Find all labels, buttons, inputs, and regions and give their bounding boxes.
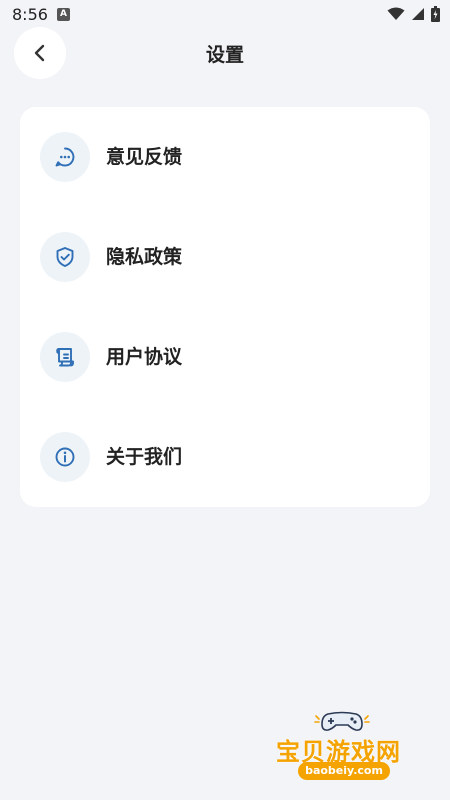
page-title: 设置 [205, 44, 244, 66]
notification-a-icon: A [57, 8, 70, 21]
info-icon [55, 447, 75, 467]
about-icon-wrap [40, 432, 90, 482]
settings-item-privacy[interactable]: 隐私政策 [20, 207, 430, 307]
settings-item-label: 意见反馈 [106, 146, 183, 168]
agreement-icon-wrap [40, 332, 90, 382]
settings-item-label: 用户协议 [106, 346, 183, 368]
settings-item-feedback[interactable]: 意见反馈 [20, 107, 430, 207]
battery-icon [431, 6, 440, 22]
feedback-icon-wrap [40, 132, 90, 182]
gamepad-icon [314, 711, 370, 731]
settings-item-user-agreement[interactable]: 用户协议 [20, 307, 430, 407]
watermark: 宝贝游戏网 baobeiy.com [268, 710, 428, 795]
settings-item-label: 关于我们 [106, 446, 183, 468]
status-bar: 8:56 A [0, 0, 450, 30]
watermark-url: baobeiy.com [298, 762, 390, 780]
settings-card: 意见反馈 隐私政策 用户协议 关于我们 [20, 107, 430, 507]
shield-check-icon [56, 247, 74, 267]
signal-icon [412, 8, 424, 20]
scroll-document-icon [56, 348, 74, 367]
wifi-icon [387, 7, 405, 20]
settings-item-label: 隐私政策 [106, 246, 183, 268]
status-time: 8:56 [12, 5, 48, 24]
privacy-icon-wrap [40, 232, 90, 282]
feedback-chat-icon [55, 147, 75, 167]
settings-item-about-us[interactable]: 关于我们 [20, 407, 430, 507]
status-right-icons [387, 6, 440, 22]
